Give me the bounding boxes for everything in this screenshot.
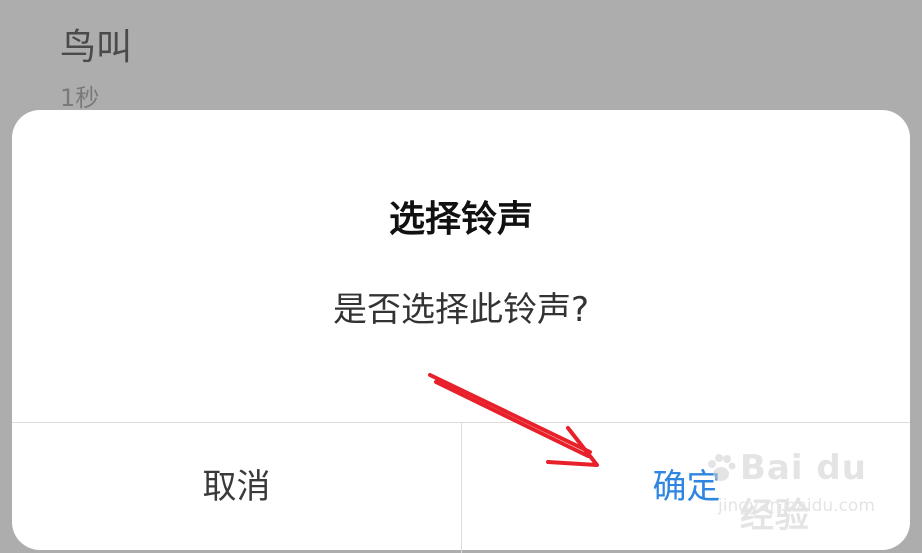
cancel-button[interactable]: 取消 bbox=[12, 423, 461, 553]
cancel-button-label: 取消 bbox=[202, 467, 271, 507]
watermark-url: jingyan.baidu.com bbox=[718, 496, 875, 516]
ringtone-duration: 1秒 bbox=[60, 84, 100, 112]
ringtone-name: 鸟叫 bbox=[60, 27, 133, 68]
paw-icon bbox=[708, 454, 736, 481]
watermark-brand: Bai du 经验 bbox=[740, 448, 867, 536]
baidu-watermark: Bai du 经验 jingyan.baidu.com bbox=[700, 432, 900, 536]
dialog-message: 是否选择此铃声? bbox=[332, 290, 590, 330]
dialog-title: 选择铃声 bbox=[388, 199, 533, 240]
